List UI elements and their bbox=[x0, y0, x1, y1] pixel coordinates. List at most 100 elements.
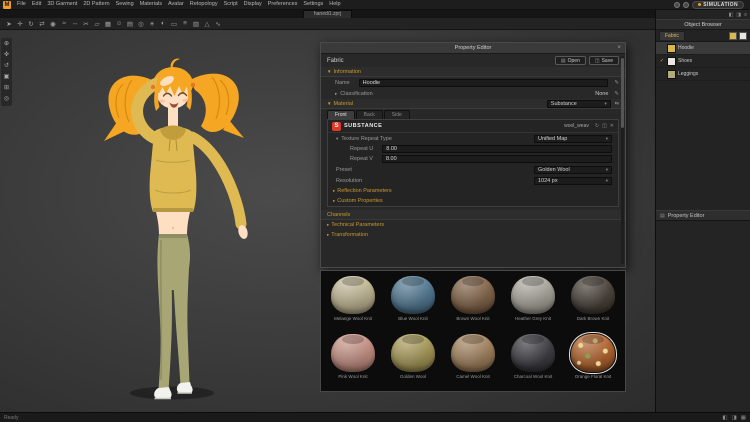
tab-back[interactable]: Back bbox=[355, 110, 383, 119]
menu-item[interactable]: Help bbox=[326, 0, 343, 9]
custom-properties-row[interactable]: ▸ Custom Properties bbox=[328, 196, 618, 206]
gizmo-tool-icon[interactable]: ⊞ bbox=[1, 84, 12, 93]
information-section-header[interactable]: ▼ Information bbox=[321, 67, 625, 77]
split-view-icon[interactable]: ◨ bbox=[732, 415, 737, 421]
camera-tool-icon[interactable]: ◎ bbox=[136, 19, 146, 29]
link-icon[interactable]: ⇆ bbox=[615, 101, 619, 107]
sewing-tool-icon[interactable]: ≈ bbox=[59, 19, 69, 29]
render-tool-icon[interactable]: ◐ bbox=[158, 19, 168, 29]
reflection-parameters-row[interactable]: ▸ Reflection Parameters bbox=[328, 186, 618, 196]
tab-fabric[interactable]: Fabric bbox=[659, 31, 685, 40]
fabric-thumbnail[interactable] bbox=[729, 31, 737, 40]
texture-repeat-label: Texture Repeat Type bbox=[341, 135, 392, 142]
menu-item[interactable]: Edit bbox=[29, 0, 44, 9]
material-swatch[interactable] bbox=[511, 276, 555, 314]
rotate-tool-icon[interactable]: ↻ bbox=[26, 19, 36, 29]
cloud-icon[interactable] bbox=[674, 1, 681, 8]
property-editor-titlebar[interactable]: Property Editor × bbox=[321, 43, 625, 54]
move-tool-icon[interactable]: ✛ bbox=[15, 19, 25, 29]
material-preview-grid: Melange Wool Knit Blue Wool Knit Brown W… bbox=[320, 270, 626, 392]
arrange-tool-icon[interactable]: ▤ bbox=[125, 19, 135, 29]
fabric-list-item[interactable]: ✓ Shoes bbox=[656, 55, 750, 68]
menu-item[interactable]: Materials bbox=[137, 0, 165, 9]
resolution-dropdown[interactable]: 1024 px ▾ bbox=[534, 176, 612, 185]
texture-repeat-dropdown[interactable]: Unified Map ▾ bbox=[534, 134, 612, 143]
transformation-row[interactable]: ▸ Transformation bbox=[321, 230, 625, 240]
menu-item[interactable]: Retopology bbox=[187, 0, 221, 9]
channels-section-header[interactable]: Channels bbox=[321, 210, 625, 220]
material-swatch[interactable] bbox=[451, 276, 495, 314]
flatten-tool-icon[interactable]: ▭ bbox=[169, 19, 179, 29]
single-view-icon[interactable]: ◧ bbox=[722, 415, 727, 421]
quad-view-icon[interactable]: ▦ bbox=[741, 415, 746, 421]
export-icon[interactable]: ◫ bbox=[602, 123, 607, 129]
triangle-tool-icon[interactable]: △ bbox=[202, 19, 212, 29]
material-section-header[interactable]: ▼ Material Substance ▾ ⇆ bbox=[321, 99, 625, 109]
pin-tool-icon[interactable]: ◉ bbox=[48, 19, 58, 29]
simulation-toggle[interactable]: SIMULATION bbox=[692, 0, 744, 9]
material-swatch[interactable] bbox=[511, 334, 555, 372]
fabric-list-item[interactable]: ✓ Hoodie bbox=[656, 42, 750, 55]
edit-pencil-icon[interactable]: ✎ bbox=[614, 80, 619, 86]
menu-item[interactable]: Avatar bbox=[165, 0, 187, 9]
orbit-tool-icon[interactable]: ↺ bbox=[1, 62, 12, 71]
edit-pencil-icon[interactable]: ✎ bbox=[614, 91, 619, 97]
close-icon[interactable]: × bbox=[617, 43, 621, 53]
material-swatch[interactable] bbox=[569, 332, 617, 374]
pan-tool-icon[interactable]: ✜ bbox=[1, 51, 12, 60]
chevron-down-icon[interactable]: ▾ bbox=[336, 136, 338, 142]
wind-tool-icon[interactable]: ∿ bbox=[213, 19, 223, 29]
material-swatch[interactable] bbox=[451, 334, 495, 372]
material-swatch[interactable] bbox=[391, 276, 435, 314]
name-input[interactable]: Hoodie bbox=[358, 78, 609, 87]
preset-dropdown[interactable]: Golden Wool ▾ bbox=[534, 165, 612, 174]
character-shadow bbox=[130, 386, 214, 400]
menu-item[interactable]: Display bbox=[241, 0, 265, 9]
menu-item[interactable]: Settings bbox=[300, 0, 326, 9]
menu-item[interactable]: Sewing bbox=[113, 0, 137, 9]
menu-item[interactable]: Preferences bbox=[265, 0, 301, 9]
menu-item[interactable]: File bbox=[14, 0, 29, 9]
remove-icon[interactable]: ✕ bbox=[610, 123, 614, 129]
snapshot-tool-icon[interactable]: ◎ bbox=[1, 95, 12, 104]
fabric-thumbnail[interactable] bbox=[739, 31, 747, 40]
panel-menu-icon[interactable]: ≡ bbox=[744, 11, 747, 19]
grid-tool-icon[interactable]: ▦ bbox=[103, 19, 113, 29]
menu-item[interactable]: Script bbox=[221, 0, 241, 9]
open-button[interactable]: ▤ Open bbox=[554, 56, 586, 65]
technical-parameters-row[interactable]: ▸ Technical Parameters bbox=[321, 220, 625, 230]
dock-right-icon[interactable]: ◨ bbox=[736, 11, 741, 19]
pattern-tool-icon[interactable]: ▱ bbox=[92, 19, 102, 29]
zoom-tool-icon[interactable]: ⊕ bbox=[1, 40, 12, 49]
avatar-tool-icon[interactable]: ☺ bbox=[114, 19, 124, 29]
save-button[interactable]: ◫ Save bbox=[588, 56, 619, 65]
material-type-dropdown[interactable]: Substance ▾ bbox=[546, 99, 611, 108]
reload-icon[interactable]: ↻ bbox=[595, 123, 599, 129]
menu-item[interactable]: 3D Garment bbox=[44, 0, 80, 9]
dock-left-icon[interactable]: ◧ bbox=[729, 11, 734, 19]
repeat-v-input[interactable]: 8.00 bbox=[381, 155, 612, 163]
measure-tool-icon[interactable]: ↔ bbox=[70, 19, 80, 29]
material-swatch[interactable] bbox=[571, 276, 615, 314]
material-swatch[interactable] bbox=[391, 334, 435, 372]
tab-front[interactable]: Front bbox=[327, 110, 355, 119]
panel-scrollbar[interactable] bbox=[621, 56, 624, 264]
frame-view-icon[interactable]: ▣ bbox=[1, 73, 12, 82]
chevron-right-icon[interactable]: ▸ bbox=[335, 91, 337, 97]
texture-tool-icon[interactable]: ▨ bbox=[191, 19, 201, 29]
material-swatch[interactable] bbox=[331, 276, 375, 314]
select-tool-icon[interactable]: ➤ bbox=[4, 19, 14, 29]
document-tab[interactable]: hanedi1.zprj bbox=[302, 10, 353, 18]
material-swatch[interactable] bbox=[331, 334, 375, 372]
menu-item[interactable]: 2D Pattern bbox=[80, 0, 112, 9]
mirror-tool-icon[interactable]: ⇄ bbox=[37, 19, 47, 29]
light-tool-icon[interactable]: ☀ bbox=[147, 19, 157, 29]
fabric-list-item[interactable]: ✓ Leggings bbox=[656, 68, 750, 81]
account-icon[interactable] bbox=[683, 1, 690, 8]
tab-side[interactable]: Side bbox=[383, 110, 410, 119]
sidebar-property-editor-header[interactable]: ▤ Property Editor bbox=[656, 210, 750, 221]
panel-scrollbar-thumb[interactable] bbox=[621, 58, 624, 128]
scissors-tool-icon[interactable]: ✂ bbox=[81, 19, 91, 29]
repeat-u-input[interactable]: 8.00 bbox=[382, 145, 612, 153]
layers-tool-icon[interactable]: ≡ bbox=[180, 19, 190, 29]
